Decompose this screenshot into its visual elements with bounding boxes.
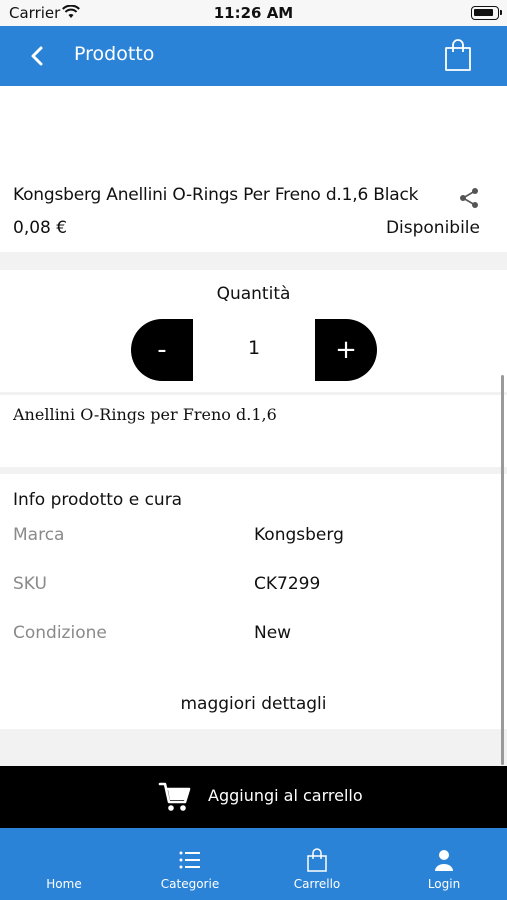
chevron-left-icon[interactable] <box>24 42 52 70</box>
product-name: Kongsberg Anellini O-Rings Per Freno d.1… <box>13 185 419 205</box>
battery-icon <box>471 6 502 20</box>
decrease-quantity-button[interactable]: - <box>131 319 193 381</box>
product-description: Anellini O-Rings per Freno d.1,6 <box>13 405 277 424</box>
product-header-card: Kongsberg Anellini O-Rings Per Freno d.1… <box>0 86 507 252</box>
info-value: New <box>254 623 292 643</box>
shopping-bag-icon <box>307 848 327 872</box>
scrollbar[interactable] <box>501 375 504 765</box>
quantity-value: 1 <box>247 337 261 359</box>
tab-label: Categorie <box>160 877 220 891</box>
info-value: Kongsberg <box>254 525 344 545</box>
tab-label: Carrello <box>293 877 341 891</box>
tab-label: Home <box>46 877 82 891</box>
tab-home[interactable]: Home <box>1 828 127 900</box>
user-icon <box>435 850 453 871</box>
tab-login[interactable]: Login <box>381 828 507 900</box>
list-icon <box>179 851 200 869</box>
page-title: Prodotto <box>74 43 155 65</box>
increase-quantity-button[interactable]: + <box>315 319 377 381</box>
add-to-cart-button[interactable]: Aggiungi al carrello <box>0 766 507 828</box>
status-bar: Carrier 11:26 AM <box>0 0 507 26</box>
tab-categorie[interactable]: Categorie <box>127 828 253 900</box>
more-details-link[interactable]: maggiori dettagli <box>0 694 507 714</box>
info-title: Info prodotto e cura <box>13 490 183 510</box>
info-label: SKU <box>13 574 47 594</box>
app-header: Prodotto <box>0 26 507 86</box>
add-to-cart-label: Aggiungi al carrello <box>208 786 363 805</box>
product-price: 0,08 € <box>13 218 68 238</box>
tab-label: Login <box>427 877 461 891</box>
share-icon[interactable] <box>458 187 480 209</box>
info-value: CK7299 <box>254 574 321 594</box>
info-label: Condizione <box>13 623 107 643</box>
quantity-label: Quantità <box>216 284 291 304</box>
quantity-card: Quantità - 1 + <box>0 270 507 392</box>
tab-bar: Home Categorie Carrello Login <box>0 828 507 900</box>
product-info-card: Info prodotto e cura Marca Kongsberg SKU… <box>0 474 507 729</box>
availability-status: Disponibile <box>385 218 480 238</box>
info-label: Marca <box>13 525 65 545</box>
description-card: Anellini O-Rings per Freno d.1,6 <box>0 395 507 467</box>
tab-carrello[interactable]: Carrello <box>254 828 380 900</box>
status-time: 11:26 AM <box>213 4 294 22</box>
shopping-bag-icon[interactable] <box>443 38 473 72</box>
cart-icon <box>158 782 191 811</box>
